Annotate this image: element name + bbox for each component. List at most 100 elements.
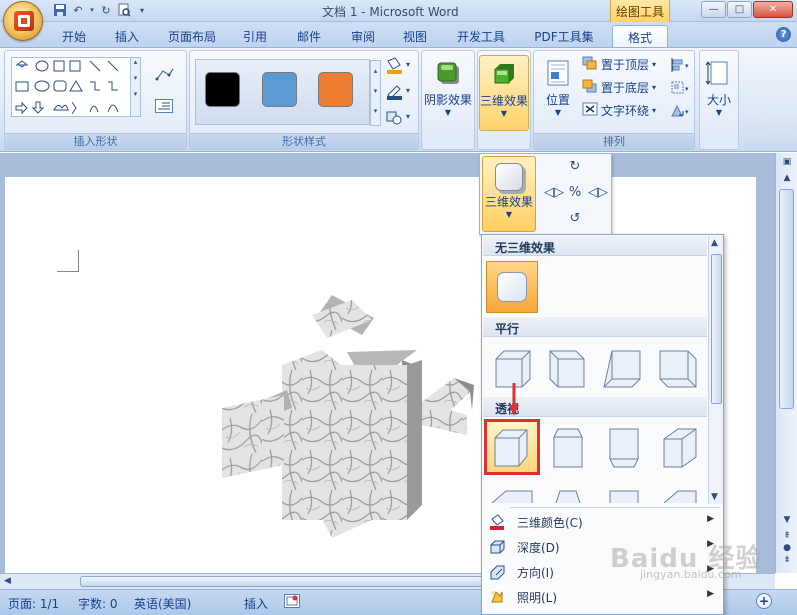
tab-review[interactable]: 审阅 xyxy=(346,25,380,47)
office-button[interactable] xyxy=(3,1,43,41)
menu-gallery-scrollbar[interactable]: ▲ ▼ xyxy=(708,236,723,504)
vertical-scrollbar[interactable]: ▣ ▲ ▼ ⇞ ● ⇟ xyxy=(775,153,797,573)
menu-item-3d-color[interactable]: 三维颜色(C) ▶ xyxy=(483,509,722,534)
marble-3d-shape[interactable] xyxy=(222,290,477,540)
perspective-option-3[interactable] xyxy=(598,423,650,475)
tilt-up-icon[interactable]: ↻ xyxy=(566,158,584,176)
macro-record-icon[interactable] xyxy=(284,594,300,608)
scroll-up-icon[interactable]: ▲ xyxy=(780,173,794,185)
status-word-count[interactable]: 字数: 0 xyxy=(78,595,118,612)
tilt-right-icon[interactable]: ◁▷ xyxy=(588,184,608,202)
tab-format[interactable]: 格式 xyxy=(612,25,668,47)
tilt-left-icon[interactable]: ◁▷ xyxy=(544,184,564,202)
help-icon[interactable]: ? xyxy=(776,27,791,42)
group-label-insert-shapes: 插入形状 xyxy=(5,133,186,149)
style-swatch-blue[interactable] xyxy=(262,72,297,107)
style-gallery-scroll[interactable]: ▴ ▾ ▾ xyxy=(370,60,381,126)
parallel-option-2[interactable] xyxy=(542,343,594,395)
position-icon xyxy=(544,59,572,87)
perspective-cube-icon-4 xyxy=(663,428,697,468)
panel-three-d-effects-button[interactable]: 三维效果 ▼ xyxy=(482,156,536,232)
minimize-button[interactable]: — xyxy=(701,1,726,18)
tilt-down-icon[interactable]: ↺ xyxy=(566,210,584,228)
perspective-option-5[interactable] xyxy=(486,479,538,503)
text-wrapping-icon xyxy=(582,102,598,119)
tab-developer[interactable]: 开发工具 xyxy=(450,25,512,47)
menu-scroll-down-icon[interactable]: ▼ xyxy=(711,492,718,502)
maximize-button[interactable]: □ xyxy=(727,1,752,18)
send-to-back-button[interactable]: 置于底层 ▾ xyxy=(582,78,656,96)
position-button[interactable]: 位置 ▼ xyxy=(538,55,578,131)
tab-insert[interactable]: 插入 xyxy=(110,25,144,47)
scroll-left-icon[interactable]: ◀ xyxy=(4,576,11,586)
previous-page-icon[interactable]: ⇞ xyxy=(780,531,794,543)
select-browse-object-icon[interactable]: ● xyxy=(780,543,794,555)
shapes-gallery[interactable]: ▴ ▾ ▾ xyxy=(11,57,141,117)
status-insert-mode[interactable]: 插入 xyxy=(244,595,268,612)
group-insert-shapes: ▴ ▾ ▾ 插入形状 xyxy=(4,50,187,150)
text-box-icon[interactable] xyxy=(155,99,173,113)
qat-dropdown-icon[interactable]: ▾ xyxy=(88,2,96,18)
print-preview-icon[interactable] xyxy=(116,2,132,18)
parallel-option-4[interactable] xyxy=(654,343,706,395)
status-page[interactable]: 页面: 1/1 xyxy=(8,595,59,612)
redo-icon[interactable]: ↻ xyxy=(98,2,114,18)
parallel-option-3[interactable] xyxy=(598,343,650,395)
tab-view[interactable]: 视图 xyxy=(398,25,432,47)
position-label: 位置 xyxy=(545,93,570,107)
customize-qat-icon[interactable]: ▾ xyxy=(134,2,150,18)
perspective-option-6[interactable] xyxy=(542,479,594,503)
parallel-cube-icon-2 xyxy=(549,350,585,388)
bring-to-front-button[interactable]: 置于顶层 ▾ xyxy=(582,55,656,73)
bring-to-front-label: 置于顶层 xyxy=(601,57,650,72)
rotate-icon[interactable]: ▾ xyxy=(670,103,692,119)
next-page-icon[interactable]: ⇟ xyxy=(780,555,794,567)
menu-item-lighting-label: 照明(L) xyxy=(517,591,558,605)
status-language[interactable]: 英语(美国) xyxy=(134,595,191,612)
shape-style-gallery[interactable]: ▴ ▾ ▾ xyxy=(195,59,381,126)
perspective-option-1-selected[interactable] xyxy=(484,419,540,475)
save-icon[interactable] xyxy=(52,2,68,18)
undo-icon[interactable]: ↶ xyxy=(70,2,86,18)
scroll-thumb[interactable] xyxy=(779,189,794,409)
tab-home[interactable]: 开始 xyxy=(58,25,90,47)
close-button[interactable]: ✕ xyxy=(753,1,793,18)
menu-item-lighting[interactable]: 照明(L) ▶ xyxy=(483,584,722,609)
size-button[interactable]: 大小 ▼ xyxy=(701,55,737,131)
style-swatch-orange[interactable] xyxy=(318,72,353,107)
perspective-cube-icon-1 xyxy=(494,429,528,467)
shapes-gallery-scroll[interactable]: ▴ ▾ ▾ xyxy=(130,58,140,116)
scroll-down-icon[interactable]: ▼ xyxy=(780,515,794,527)
tab-pdf-tools[interactable]: PDF工具集 xyxy=(528,25,600,47)
edit-shape-icon[interactable] xyxy=(155,67,175,83)
perspective-cube-icon-2 xyxy=(553,428,583,468)
shape-outline-icon[interactable]: ▾ xyxy=(384,83,412,101)
three-d-toggle-icon[interactable]: % xyxy=(566,184,584,202)
baidu-watermark-url: jingyan.baidu.com xyxy=(640,568,742,581)
perspective-option-2[interactable] xyxy=(542,423,594,475)
zoom-in-icon[interactable]: + xyxy=(756,593,772,609)
shadow-effects-button[interactable]: 阴影效果 ▼ xyxy=(423,55,473,131)
tab-references[interactable]: 引用 xyxy=(238,25,272,47)
tab-mailings[interactable]: 邮件 xyxy=(292,25,326,47)
menu-scroll-up-icon[interactable]: ▲ xyxy=(711,238,718,248)
perspective-option-8[interactable] xyxy=(654,479,706,503)
text-wrapping-button[interactable]: 文字环绕 ▾ xyxy=(582,101,656,119)
style-swatch-black[interactable] xyxy=(205,72,240,107)
office-logo-icon xyxy=(14,11,34,31)
menu-scroll-thumb[interactable] xyxy=(711,254,722,404)
perspective-option-7[interactable] xyxy=(598,479,650,503)
no-3d-effect-option[interactable] xyxy=(486,261,538,313)
ruler-toggle-icon[interactable]: ▣ xyxy=(780,157,794,169)
perspective-option-4[interactable] xyxy=(654,423,706,475)
group-objects-icon[interactable]: ▾ xyxy=(670,80,692,96)
perspective-cube-icon-8 xyxy=(663,490,697,503)
horizontal-scroll-thumb[interactable] xyxy=(80,576,510,587)
quick-access-toolbar: ↶ ▾ ↻ ▾ xyxy=(52,2,150,18)
svg-text:▾: ▾ xyxy=(406,60,410,69)
change-shape-icon[interactable]: ▾ xyxy=(384,109,412,127)
align-icon[interactable]: ▾ xyxy=(670,57,692,73)
shape-fill-icon[interactable]: ▾ xyxy=(384,57,412,75)
three-d-effects-button[interactable]: 三维效果 ▼ xyxy=(479,55,529,131)
tab-page-layout[interactable]: 页面布局 xyxy=(162,25,222,47)
